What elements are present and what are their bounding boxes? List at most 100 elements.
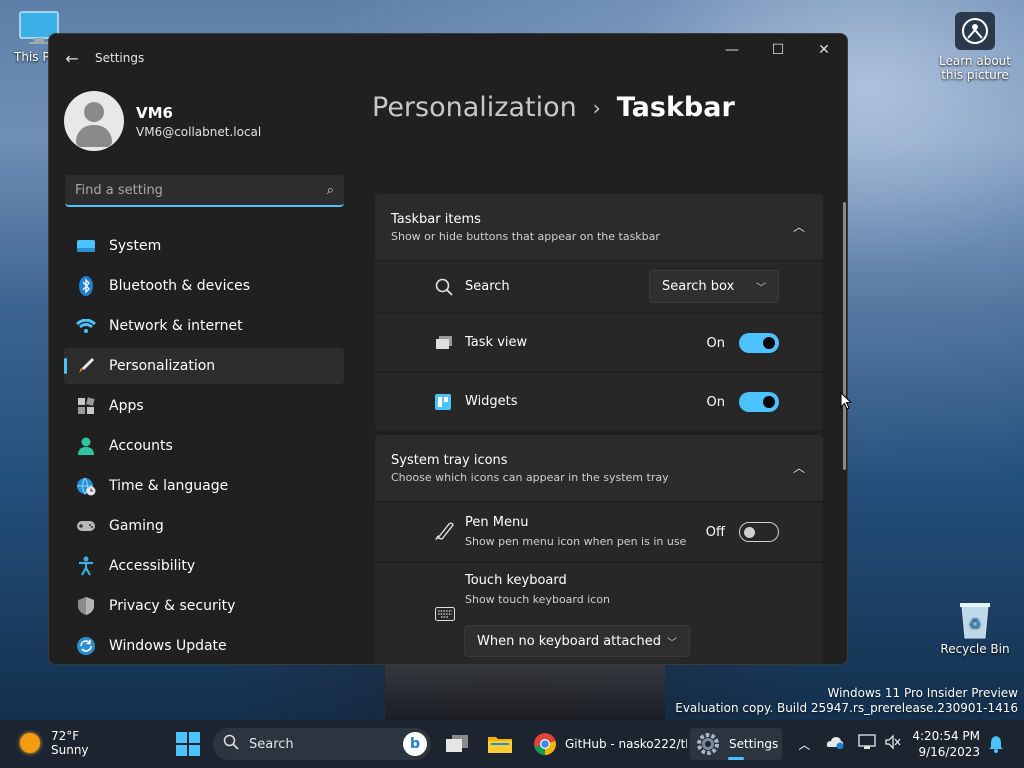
- clock[interactable]: 4:20:54 PM 9/16/2023: [912, 728, 980, 760]
- pen-menu-toggle[interactable]: [739, 522, 779, 542]
- sidebar-item-privacy[interactable]: Privacy & security: [64, 588, 344, 624]
- network-monitor-icon[interactable]: [858, 734, 876, 754]
- search-icon[interactable]: ⌕: [327, 183, 334, 198]
- gear-icon: [697, 733, 719, 755]
- pen-menu-label: Pen Menu: [465, 515, 529, 530]
- touch-keyboard-dropdown[interactable]: When no keyboard attached ﹀: [464, 625, 690, 657]
- system-tray-header[interactable]: System tray icons Choose which icons can…: [375, 435, 823, 501]
- accessibility-icon: [76, 556, 96, 576]
- task-view-icon: [435, 335, 453, 355]
- pen-icon: [435, 521, 455, 545]
- sidebar-item-label: Windows Update: [109, 638, 227, 654]
- taskbar-settings-app[interactable]: Settings: [690, 728, 782, 760]
- title-bar[interactable]: ← Settings — ☐ ✕: [49, 34, 847, 82]
- pen-menu-toggle-group: Off: [706, 522, 779, 542]
- content-scrollbar[interactable]: [843, 202, 846, 470]
- touch-keyboard-label: Touch keyboard: [465, 573, 567, 588]
- taskbar-search-box[interactable]: Search b: [213, 728, 431, 760]
- active-indicator: [728, 757, 744, 760]
- pen-menu-description: Show pen menu icon when pen is in use: [465, 535, 687, 548]
- find-setting-input[interactable]: [75, 182, 327, 198]
- task-view-icon: [446, 735, 468, 752]
- user-email: VM6@collabnet.local: [136, 124, 262, 139]
- weather-widget[interactable]: 72°F Sunny: [20, 729, 89, 757]
- section-title: System tray icons: [391, 453, 508, 468]
- search-mode-dropdown[interactable]: Search box ﹀: [649, 270, 779, 303]
- find-setting-box: ⌕: [65, 175, 344, 207]
- sidebar-item-personalization[interactable]: Personalization: [64, 348, 344, 384]
- update-icon: [76, 636, 96, 656]
- taskbar-search-label: Search: [249, 736, 294, 752]
- wallpaper-pier: [385, 664, 665, 720]
- person-icon: [76, 436, 96, 456]
- recycle-bin-icon: ♻: [956, 598, 994, 639]
- maximize-icon: ☐: [771, 42, 785, 58]
- sidebar-item-time-language[interactable]: Time & language: [64, 468, 344, 504]
- taskbar-items-header[interactable]: Taskbar items Show or hide buttons that …: [375, 194, 823, 260]
- apps-icon: [76, 396, 96, 416]
- task-view-button[interactable]: [441, 728, 473, 760]
- gamepad-icon: [76, 516, 96, 536]
- sidebar-item-accessibility[interactable]: Accessibility: [64, 548, 344, 584]
- sidebar-item-label: Accessibility: [109, 558, 196, 574]
- sun-icon: [20, 733, 40, 753]
- wifi-icon: [76, 316, 96, 336]
- sidebar-item-label: Personalization: [109, 358, 216, 374]
- desktop-icon-learn-about-picture[interactable]: Learn about this picture: [938, 12, 1012, 82]
- chrome-window-title: GitHub - nasko222/the: [565, 737, 687, 751]
- window-title: Settings: [95, 51, 145, 65]
- section-subtitle: Show or hide buttons that appear on the …: [391, 230, 660, 243]
- notification-bell-icon[interactable]: [988, 735, 1004, 757]
- chevron-up-icon[interactable]: ︿: [793, 218, 805, 235]
- chevron-down-icon: ﹀: [756, 283, 766, 294]
- watermark-edition: Windows 11 Pro Insider Preview: [827, 686, 1018, 700]
- desktop-icon-recycle-bin[interactable]: ♻ Recycle Bin: [938, 598, 1012, 656]
- sidebar-item-label: Time & language: [109, 478, 229, 494]
- task-view-row: Task view On: [375, 312, 823, 371]
- search-icon: [223, 734, 239, 754]
- sidebar-item-apps[interactable]: Apps: [64, 388, 344, 424]
- volume-muted-icon[interactable]: [884, 734, 902, 754]
- breadcrumb-parent[interactable]: Personalization: [372, 92, 577, 123]
- sidebar-item-accounts[interactable]: Accounts: [64, 428, 344, 464]
- onedrive-icon[interactable]: [826, 735, 844, 753]
- sidebar-item-label: Network & internet: [109, 318, 243, 334]
- bing-icon: b: [403, 732, 427, 756]
- sidebar-item-windows-update[interactable]: Windows Update: [64, 628, 344, 664]
- system-tray-icons-section: System tray icons Choose which icons can…: [375, 435, 823, 664]
- back-button[interactable]: ←: [49, 34, 95, 82]
- chevron-up-icon[interactable]: ︿: [793, 459, 805, 476]
- toggle-state-text: On: [706, 394, 725, 410]
- start-button[interactable]: [172, 728, 204, 760]
- widgets-toggle-group: On: [707, 392, 779, 412]
- maximize-button[interactable]: ☐: [755, 34, 801, 66]
- weather-temp: 72°F: [51, 729, 80, 743]
- section-title: Taskbar items: [391, 212, 481, 227]
- chevron-down-icon: ﹀: [667, 637, 677, 649]
- close-button[interactable]: ✕: [801, 34, 847, 66]
- widgets-toggle[interactable]: [739, 392, 779, 412]
- clock-date: 9/16/2023: [918, 745, 980, 759]
- windows-logo-icon: [176, 732, 200, 756]
- sidebar-item-bluetooth[interactable]: Bluetooth & devices: [64, 268, 344, 304]
- show-hidden-icons-chevron-icon[interactable]: ︿: [798, 736, 810, 753]
- desktop-icon-label: Recycle Bin: [940, 642, 1010, 656]
- user-profile[interactable]: VM6 VM6@collabnet.local: [64, 91, 261, 151]
- pen-menu-row: Pen Menu Show pen menu icon when pen is …: [375, 501, 823, 561]
- desktop-icon-label: Learn about this picture: [939, 54, 1011, 82]
- minimize-button[interactable]: —: [709, 34, 755, 66]
- sidebar-item-label: System: [109, 238, 162, 254]
- monitor-icon: [76, 236, 96, 256]
- task-view-toggle[interactable]: [739, 333, 779, 353]
- widgets-row: Widgets On: [375, 371, 823, 430]
- sidebar-item-label: Gaming: [109, 518, 164, 534]
- sidebar-item-gaming[interactable]: Gaming: [64, 508, 344, 544]
- bluetooth-icon: [76, 276, 96, 296]
- sidebar-item-network[interactable]: Network & internet: [64, 308, 344, 344]
- search-setting-label: Search: [465, 279, 510, 294]
- sidebar-item-system[interactable]: System: [64, 228, 344, 264]
- taskbar-chrome-app[interactable]: GitHub - nasko222/the: [528, 728, 688, 760]
- file-explorer-button[interactable]: [484, 728, 516, 760]
- task-view-toggle-group: On: [707, 333, 779, 353]
- mouse-cursor: [840, 391, 853, 414]
